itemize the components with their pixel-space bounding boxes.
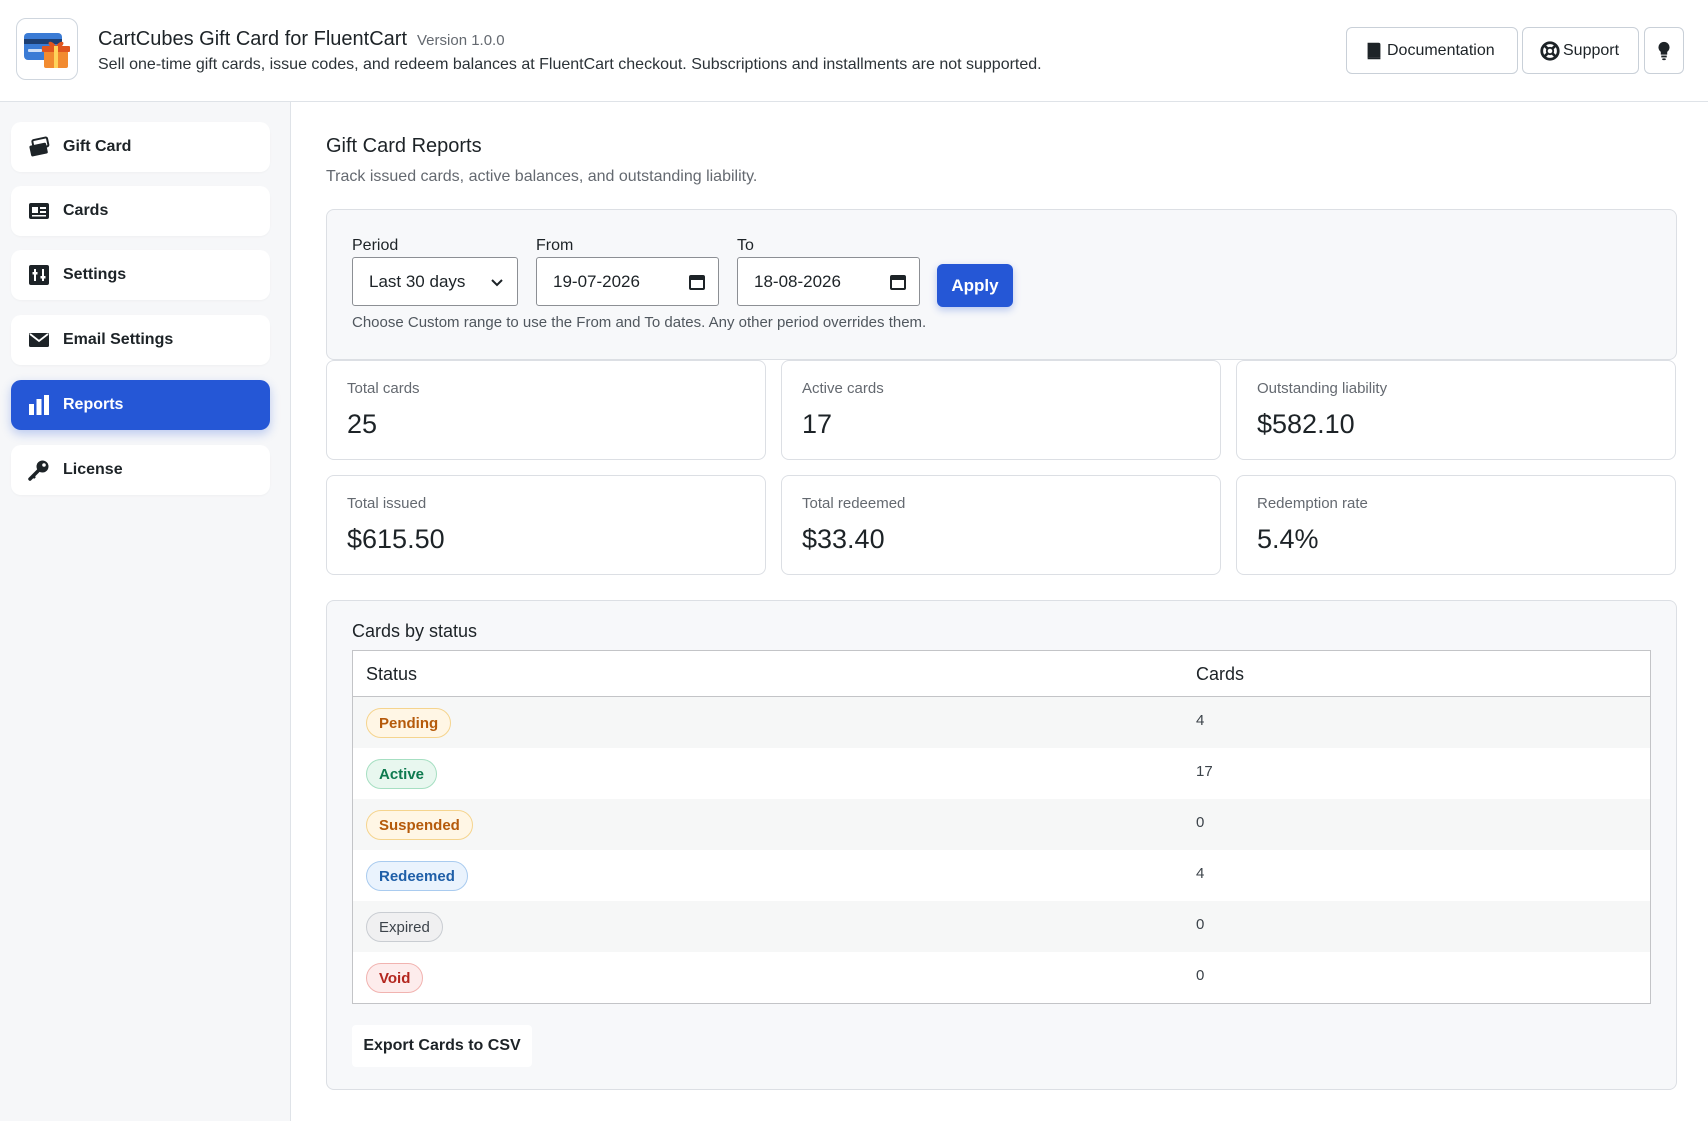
status-count: 0 <box>1196 814 1205 831</box>
stat-card-total-cards: Total cards 25 <box>326 360 766 460</box>
stat-label: Total redeemed <box>802 495 906 512</box>
sidebar: Gift Card Cards Settings Email Settings … <box>0 102 291 1121</box>
status-badge: Void <box>366 963 424 993</box>
gift-card-logo-icon <box>24 33 70 68</box>
stat-value: $33.40 <box>802 524 885 554</box>
stat-value: 17 <box>802 409 833 439</box>
stat-card-outstanding-liability: Outstanding liability $582.10 <box>1236 360 1676 460</box>
sidebar-item-label: License <box>63 461 123 478</box>
status-badge: Expired <box>366 912 443 942</box>
chevron-down-icon <box>491 278 503 286</box>
lifebuoy-icon <box>1540 40 1560 61</box>
tips-button[interactable] <box>1644 27 1684 74</box>
stat-label: Active cards <box>802 380 884 397</box>
table-row: Expired 0 <box>353 901 1650 952</box>
cards-by-status-panel: Cards by status Status Cards Pending 4 A… <box>326 600 1677 1090</box>
status-count: 4 <box>1196 865 1205 882</box>
sidebar-item-license[interactable]: License <box>11 445 270 495</box>
stat-value: 25 <box>347 409 378 439</box>
gift-cards-icon <box>27 135 51 159</box>
app-version: Version 1.0.0 <box>417 32 505 49</box>
column-header-cards: Cards <box>1196 664 1245 684</box>
from-date-input[interactable]: 19-07-2026 <box>536 257 719 306</box>
stat-card-active-cards: Active cards 17 <box>781 360 1221 460</box>
period-value: Last 30 days <box>369 271 466 291</box>
app-description: Sell one-time gift cards, issue codes, a… <box>98 56 1042 73</box>
export-csv-button[interactable]: Export Cards to CSV <box>352 1025 532 1067</box>
sidebar-item-label: Email Settings <box>63 331 174 348</box>
stat-value: $582.10 <box>1257 409 1355 439</box>
status-count: 17 <box>1196 763 1213 780</box>
sidebar-item-reports[interactable]: Reports <box>11 380 270 430</box>
lightbulb-icon <box>1658 41 1670 60</box>
table-row: Suspended 0 <box>353 799 1650 850</box>
app-logo <box>16 18 78 80</box>
stat-value: 5.4% <box>1257 524 1319 554</box>
calendar-icon[interactable] <box>688 273 706 291</box>
table-row: Pending 4 <box>353 697 1650 748</box>
table-header-row: Status Cards <box>353 651 1650 697</box>
envelope-icon <box>27 328 51 352</box>
report-filters: Period Last 30 days From 19-07-2026 To 1… <box>326 209 1677 360</box>
period-label: Period <box>352 237 399 254</box>
app-header: CartCubes Gift Card for FluentCart Versi… <box>0 0 1708 102</box>
sidebar-item-gift-card[interactable]: Gift Card <box>11 122 270 172</box>
status-badge: Pending <box>366 708 452 738</box>
period-select[interactable]: Last 30 days <box>352 257 518 306</box>
stat-label: Total cards <box>347 380 420 397</box>
page-subtitle: Track issued cards, active balances, and… <box>326 168 758 185</box>
status-badge: Redeemed <box>366 861 468 891</box>
support-label: Support <box>1563 41 1620 59</box>
app-title: CartCubes Gift Card for FluentCart <box>98 28 407 50</box>
main-content: Gift Card Reports Track issued cards, ac… <box>292 102 1708 1121</box>
documentation-button[interactable]: Documentation <box>1346 27 1518 74</box>
status-table: Status Cards Pending 4 Active 17 Suspend… <box>352 650 1651 1004</box>
stat-label: Redemption rate <box>1257 495 1368 512</box>
sidebar-item-label: Reports <box>63 396 124 413</box>
from-label: From <box>536 237 574 254</box>
calendar-icon[interactable] <box>889 273 907 291</box>
status-badge: Suspended <box>366 810 473 840</box>
bar-chart-icon <box>27 393 51 417</box>
filter-help-text: Choose Custom range to use the From and … <box>352 314 927 331</box>
page-title: Gift Card Reports <box>326 135 482 157</box>
book-icon <box>1367 42 1381 59</box>
column-header-status: Status <box>366 664 418 684</box>
sidebar-item-label: Settings <box>63 266 127 283</box>
stat-value: $615.50 <box>347 524 445 554</box>
sidebar-item-settings[interactable]: Settings <box>11 250 270 300</box>
apply-button[interactable]: Apply <box>937 264 1013 307</box>
documentation-label: Documentation <box>1387 41 1495 59</box>
sidebar-item-label: Gift Card <box>63 138 132 155</box>
stat-label: Outstanding liability <box>1257 380 1388 397</box>
to-label: To <box>737 237 754 254</box>
status-count: 4 <box>1196 712 1205 729</box>
sidebar-item-email-settings[interactable]: Email Settings <box>11 315 270 365</box>
stat-card-total-issued: Total issued $615.50 <box>326 475 766 575</box>
to-date-input[interactable]: 18-08-2026 <box>737 257 920 306</box>
status-badge: Active <box>366 759 438 789</box>
sidebar-item-label: Cards <box>63 202 109 219</box>
id-card-icon <box>27 199 51 223</box>
status-heading: Cards by status <box>352 621 478 641</box>
stat-card-total-redeemed: Total redeemed $33.40 <box>781 475 1221 575</box>
status-count: 0 <box>1196 916 1205 933</box>
from-date-value: 19-07-2026 <box>553 271 640 291</box>
to-date-value: 18-08-2026 <box>754 271 841 291</box>
stat-card-redemption-rate: Redemption rate 5.4% <box>1236 475 1676 575</box>
key-icon <box>27 458 51 482</box>
sidebar-item-cards[interactable]: Cards <box>11 186 270 236</box>
table-row: Void 0 <box>353 952 1650 1003</box>
sliders-icon <box>27 263 51 287</box>
status-count: 0 <box>1196 967 1205 984</box>
table-row: Active 17 <box>353 748 1650 799</box>
table-row: Redeemed 4 <box>353 850 1650 901</box>
support-button[interactable]: Support <box>1522 27 1639 74</box>
stat-label: Total issued <box>347 495 427 512</box>
